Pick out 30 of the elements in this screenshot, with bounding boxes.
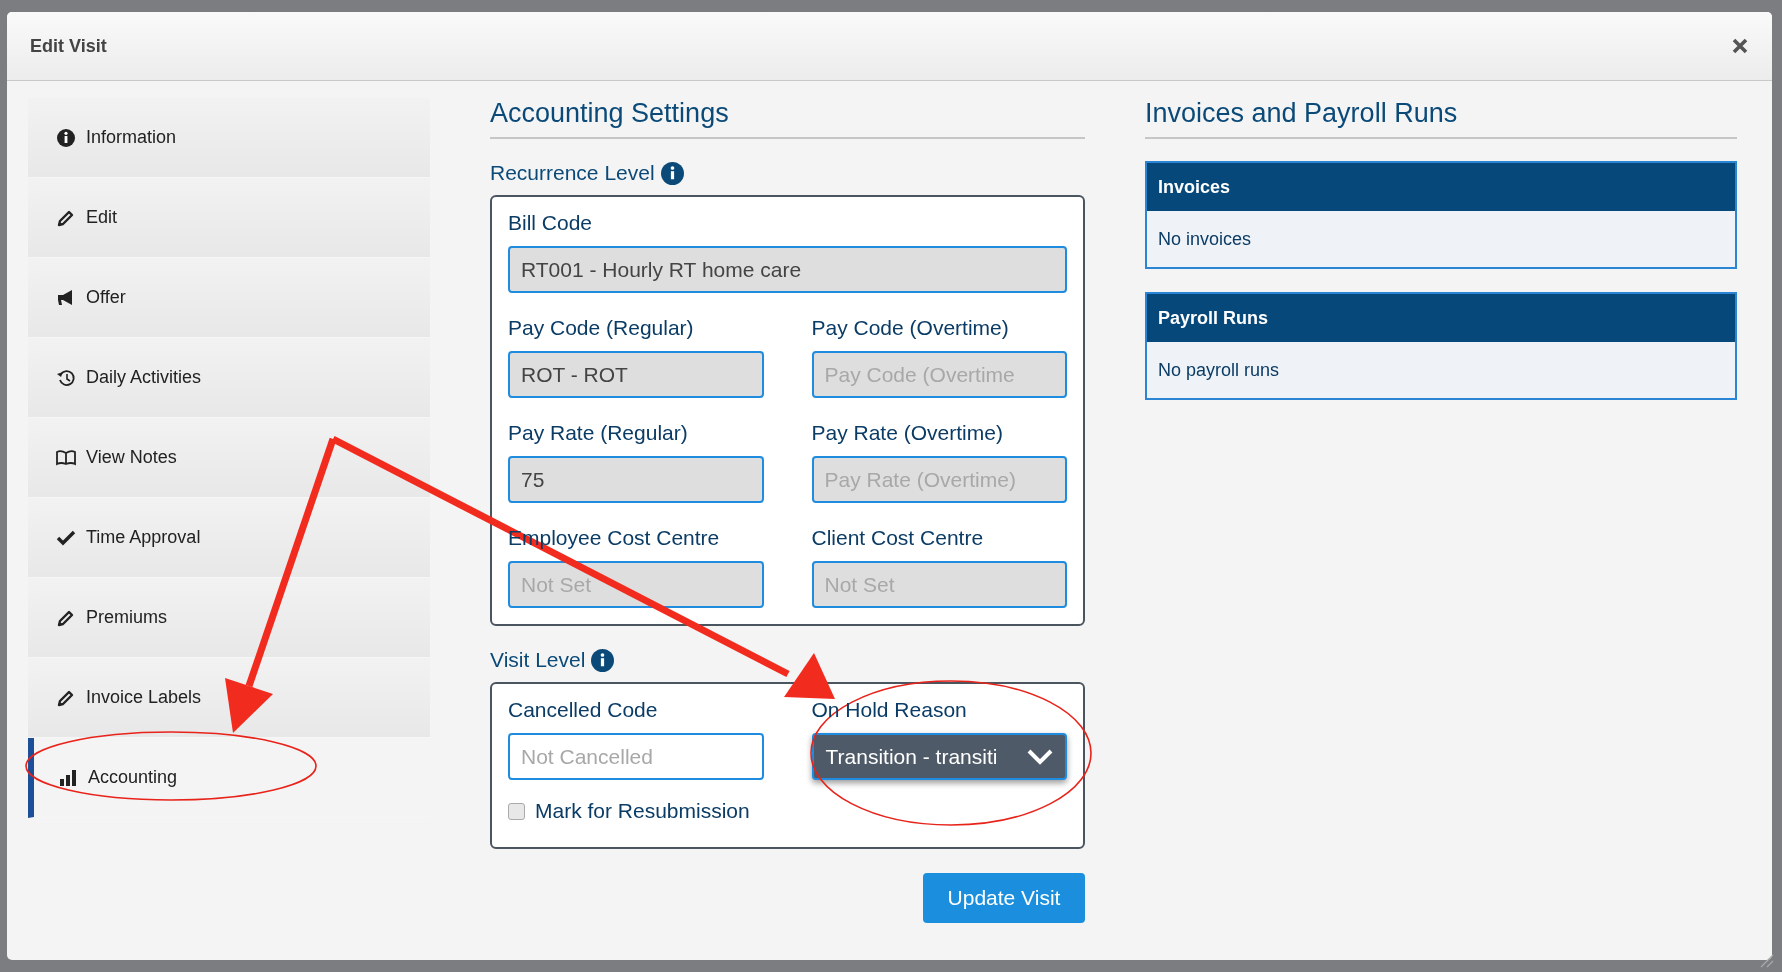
field-label: On Hold Reason (811, 698, 968, 722)
section-title: Accounting Settings (490, 98, 1085, 139)
field-label: Pay Rate (Regular) (508, 421, 689, 445)
history-icon (56, 367, 76, 388)
field-label: Cancelled Code (508, 698, 659, 722)
section-subtitle: Recurrence Level (490, 161, 655, 185)
field-label: Pay Code (Overtime) (811, 316, 1010, 340)
section-title: Invoices and Payroll Runs (1145, 98, 1737, 139)
field-label: Pay Code (Regular) (508, 316, 695, 340)
info-icon (56, 127, 76, 148)
section-subtitle: Visit Level (490, 648, 586, 672)
field-label: Client Cost Centre (811, 526, 985, 550)
checkbox[interactable] (508, 802, 525, 820)
close-button[interactable] (1730, 36, 1750, 56)
panel-text: No payroll runs (1157, 358, 1281, 382)
field-label: Bill Code (508, 211, 594, 235)
panel-title: Invoices (1147, 163, 1735, 211)
dialog-title: Edit Visit (30, 35, 107, 57)
bar-chart-icon (58, 767, 78, 788)
chevron-down-icon (1027, 748, 1053, 765)
info-icon (660, 161, 684, 185)
sidebar-item[interactable]: Accounting (28, 738, 430, 818)
book-icon (56, 447, 76, 468)
panel-text: No invoices (1157, 227, 1253, 251)
dropdown[interactable]: Transition - transiti (811, 733, 1067, 780)
resize-grip-icon[interactable] (1758, 952, 1774, 968)
checkbox-label: Mark for Resubmission (535, 799, 750, 823)
info-icon (591, 648, 615, 672)
field-label: Pay Rate (Overtime) (811, 421, 1004, 445)
panel-title: Payroll Runs (1147, 294, 1735, 342)
